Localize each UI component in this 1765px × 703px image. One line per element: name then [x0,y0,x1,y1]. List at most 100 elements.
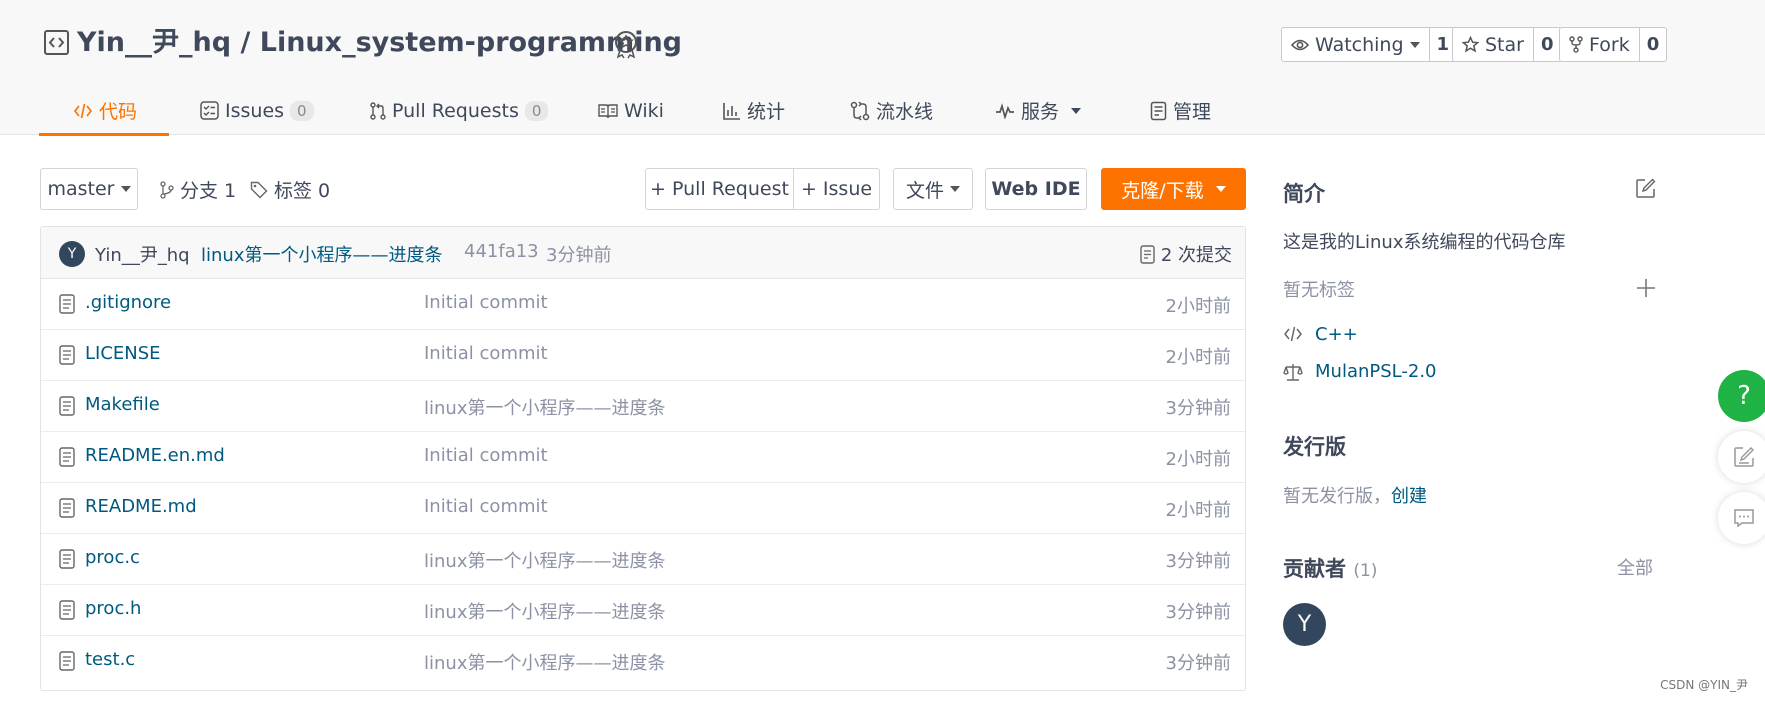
tab-pull-requests-label: Pull Requests [392,99,519,122]
last-commit-row: Y Yin__尹_hq linux第一个小程序——进度条 441fa13 3分钟… [41,227,1245,279]
code-icon [73,102,93,120]
tab-issues-label: Issues [225,99,285,122]
file-name-link[interactable]: .gitignore [85,292,171,313]
commits-count-link[interactable]: 2 次提交 [1140,241,1232,267]
clone-download-label: 克隆/下载 [1121,179,1204,202]
commit-hash-link[interactable]: 441fa13 [464,241,539,262]
file-icon [59,549,75,569]
file-name-link[interactable]: proc.c [85,547,140,568]
commit-time: 3分钟前 [546,245,612,266]
issues-count-badge: 0 [290,100,314,121]
branch-select[interactable]: master [40,168,138,210]
file-commit-message[interactable]: linux第一个小程序——进度条 [424,394,665,420]
tag-icon [250,181,268,199]
table-row: proc.c linux第一个小程序——进度条 3分钟前 [41,534,1245,585]
tags-link[interactable]: 标签 0 [250,176,330,203]
new-pull-request-button[interactable]: + Pull Request [645,168,794,210]
file-commit-time: 2小时前 [1165,449,1231,470]
feedback-edit-icon [1733,446,1755,468]
eye-icon [1291,38,1309,52]
file-name-link[interactable]: README.md [85,496,197,517]
file-commit-time: 3分钟前 [1165,602,1231,623]
new-issue-button[interactable]: + Issue [793,168,880,210]
add-tag-icon[interactable] [1636,278,1656,298]
repo-title: Yin__尹_hq / Linux_system-programming [77,25,682,61]
file-commit-message[interactable]: linux第一个小程序——进度条 [424,547,665,573]
recommend-badge-icon[interactable] [612,29,640,59]
intro-heading: 简介 [1283,182,1325,206]
file-name-link[interactable]: test.c [85,649,135,670]
file-commit-message[interactable]: Initial commit [424,343,548,364]
commit-message-link[interactable]: linux第一个小程序——进度条 [201,241,442,267]
file-commit-time: 2小时前 [1165,296,1231,317]
repo-separator: / [231,27,260,58]
file-icon [59,651,75,671]
license-link[interactable]: MulanPSL-2.0 [1315,361,1437,382]
file-commit-message[interactable]: Initial commit [424,496,548,517]
tab-code-label: 代码 [99,101,138,123]
tab-manage[interactable]: 管理 [1150,86,1211,135]
file-name-link[interactable]: LICENSE [85,343,161,364]
tab-stats[interactable]: 统计 [723,86,785,135]
edit-icon[interactable] [1635,178,1656,199]
file-name-link[interactable]: proc.h [85,598,141,619]
tab-services[interactable]: 服务 [995,86,1082,135]
chart-icon [723,102,741,120]
file-commit-message[interactable]: linux第一个小程序——进度条 [424,649,665,675]
create-release-link[interactable]: 创建 [1391,486,1427,507]
file-commit-message[interactable]: Initial commit [424,445,548,466]
table-row: .gitignore Initial commit 2小时前 [41,279,1245,330]
tab-issues[interactable]: Issues 0 [200,86,314,135]
chevron-down-icon [1071,107,1082,114]
commit-author-link[interactable]: Yin__尹_hq [95,241,190,267]
commits-count-label: 2 次提交 [1160,245,1232,266]
file-commit-time: 2小时前 [1165,347,1231,368]
file-icon [59,345,75,365]
file-icon [59,447,75,467]
service-icon [995,102,1015,119]
star-icon [1462,36,1479,53]
table-row: Makefile linux第一个小程序——进度条 3分钟前 [41,381,1245,432]
tab-pull-requests[interactable]: Pull Requests 0 [370,86,549,135]
web-ide-button[interactable]: Web IDE [985,168,1087,210]
star-count[interactable]: 0 [1534,34,1561,55]
repo-owner-link[interactable]: Yin__尹_hq [77,27,231,58]
chat-button[interactable] [1718,492,1765,544]
watch-button[interactable]: Watching 1 [1281,27,1458,62]
file-icon [59,294,75,314]
intro-text: 这是我的Linux系统编程的代码仓库 [1283,232,1566,253]
tab-wiki[interactable]: Wiki [598,86,664,135]
feedback-button[interactable] [1718,431,1765,483]
star-button[interactable]: Star 0 [1452,27,1562,62]
tab-manage-label: 管理 [1173,101,1212,123]
file-menu-button[interactable]: 文件 [893,168,973,210]
help-button[interactable]: ? [1718,370,1765,422]
table-row: test.c linux第一个小程序——进度条 3分钟前 [41,636,1245,687]
tab-code[interactable]: 代码 [38,86,170,136]
contributors-heading: 贡献者 (1) [1283,553,1377,583]
file-commit-time: 3分钟前 [1165,653,1231,674]
branch-icon [160,180,174,199]
avatar[interactable]: Y [59,241,85,267]
watch-label: Watching [1315,33,1404,56]
fork-button[interactable]: Fork 0 [1559,27,1668,62]
license-icon [1283,362,1303,382]
fork-icon [1569,36,1583,53]
file-icon [59,396,75,416]
file-commit-message[interactable]: linux第一个小程序——进度条 [424,598,665,624]
file-name-link[interactable]: README.en.md [85,445,225,466]
clone-download-button[interactable]: 克隆/下载 [1101,168,1246,210]
file-icon [59,600,75,620]
branches-link[interactable]: 分支 1 [160,176,236,203]
table-row: proc.h linux第一个小程序——进度条 3分钟前 [41,585,1245,636]
file-name-link[interactable]: Makefile [85,394,160,415]
tab-pipeline[interactable]: 流水线 [850,86,933,135]
file-commit-message[interactable]: Initial commit [424,292,548,313]
pull-request-icon [370,101,386,120]
tab-pipeline-label: 流水线 [876,101,934,123]
language-link[interactable]: C++ [1315,324,1358,345]
wiki-icon [598,103,618,119]
all-contributors-link[interactable]: 全部 [1617,554,1653,580]
fork-count[interactable]: 0 [1640,34,1667,55]
avatar[interactable]: Y [1283,603,1326,646]
